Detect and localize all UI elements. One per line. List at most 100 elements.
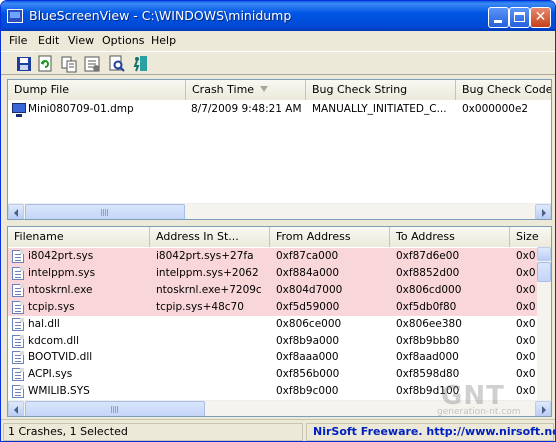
col-to-address[interactable]: To Address [390,227,510,247]
address-in-stack-cell [154,316,270,333]
scroll-right-button[interactable] [535,401,551,416]
col-filename[interactable]: Filename [8,227,150,247]
exit-icon [133,56,147,72]
driver-file-icon [12,334,24,348]
filename-cell: WMILIB.SYS [28,385,90,398]
maximize-button[interactable] [509,7,530,28]
filename-cell: ntoskrnl.exe [28,283,93,296]
size-cell: 0x00 [516,351,536,364]
scroll-thumb[interactable] [25,204,185,219]
arrow-right-icon [542,209,546,217]
col-crash-time-label: Crash Time [192,83,255,96]
address-in-stack-cell [154,383,270,400]
from-address-cell: 0x806ce000 [276,317,342,330]
properties-icon [84,56,100,72]
bug-check-string-cell: MANUALLY_INITIATED_C... [312,103,447,115]
from-address-cell: 0xf856b000 [276,368,340,381]
from-address-cell: 0xf8b9c000 [276,385,339,398]
dump-row[interactable]: Mini080709-01.dmp 8/7/2009 9:48:21 AM MA… [8,101,551,118]
driver-row[interactable]: intelppm.sys intelppm.sys+2062 0xf884a000 0… [8,264,537,282]
address-in-stack-cell [154,366,270,383]
address-in-stack-cell: ntoskrnl.exe+7209c [156,283,262,296]
refresh-button[interactable] [37,55,55,73]
driver-list-vscroll[interactable] [537,247,551,400]
minimize-button[interactable] [488,7,509,28]
size-cell: 0x00 [516,266,536,279]
dump-list-hscroll[interactable] [8,203,551,219]
filename-cell: kdcom.dll [28,334,80,347]
menu-edit[interactable]: Edit [35,33,62,48]
grip-icon [111,406,119,413]
to-address-cell: 0xf87d6e00 [396,250,460,262]
address-in-stack-cell: intelppm.sys+2062 [156,266,259,279]
to-address-cell: 0xf8b9bb80 [396,334,460,347]
window-title: BlueScreenView - C:\WINDOWS\minidump [29,8,292,23]
scroll-left-button[interactable] [8,204,24,219]
nirsoft-link[interactable]: NirSoft Freeware. http://www.nirsoft.net [306,423,555,441]
arrow-right-icon [542,406,546,414]
col-bug-check-code[interactable]: Bug Check Code [456,80,551,100]
driver-file-icon [12,368,24,382]
properties-button[interactable] [83,55,101,73]
to-address-cell: 0x806cd000 [396,283,462,296]
col-dump-file[interactable]: Dump File [8,80,186,100]
from-address-cell: 0xf87ca000 [276,250,339,262]
col-from-address[interactable]: From Address [270,227,390,247]
app-icon [7,9,23,23]
save-button[interactable] [15,55,33,73]
menu-view[interactable]: View [65,33,97,48]
from-address-cell: 0x804d7000 [276,283,343,296]
driver-file-icon [12,250,24,263]
driver-row[interactable]: ntoskrnl.exe ntoskrnl.exe+7209c 0x804d7000… [8,281,537,299]
to-address-cell: 0xf8852d00 [396,266,460,279]
size-cell: 0x00 [516,385,536,398]
scroll-thumb-vertical[interactable] [537,262,551,282]
driver-row[interactable]: BOOTVID.dll 0xf8aaa000 0xf8aad000 0x00 [8,349,537,366]
to-address-cell: 0xf8aad000 [396,351,459,364]
address-in-stack-cell: i8042prt.sys+27fa [156,250,254,262]
address-in-stack-cell [154,349,270,366]
status-bar: 1 Crashes, 1 Selected NirSoft Freeware. … [1,419,555,441]
grip-icon [101,209,109,216]
scroll-up-button[interactable] [537,247,551,261]
from-address-cell: 0xf5d59000 [276,300,340,313]
filename-cell: i8042prt.sys [28,250,94,262]
find-icon [109,55,125,72]
col-crash-time[interactable]: Crash Time [186,80,306,100]
menu-options[interactable]: Options [99,33,147,48]
find-button[interactable] [108,55,126,73]
exit-button[interactable] [131,55,149,73]
sort-arrow-icon [260,86,268,92]
driver-row[interactable]: tcpip.sys tcpip.sys+48c70 0xf5d59000 0xf5db… [8,298,537,316]
minimize-icon [494,20,502,23]
col-size[interactable]: Size [510,227,551,247]
title-bar[interactable]: BlueScreenView - C:\WINDOWS\minidump ✕ [1,1,555,31]
dump-list[interactable]: Dump File Crash Time Bug Check String Bu… [7,79,552,220]
driver-row[interactable]: kdcom.dll 0xf8b9a000 0xf8b9bb80 0x00 [8,333,537,350]
close-icon: ✕ [534,9,547,25]
save-icon [17,57,31,71]
col-address-in-stack[interactable]: Address In St... [150,227,270,247]
size-cell: 0x00 [516,300,536,313]
size-cell: 0x00 [516,317,536,330]
scroll-left-button[interactable] [8,401,24,416]
scroll-right-button[interactable] [535,204,551,219]
close-button[interactable]: ✕ [530,7,551,28]
menu-help[interactable]: Help [148,33,179,48]
driver-row[interactable]: hal.dll 0x806ce000 0x806ee380 0x00 [8,316,537,333]
crash-time-cell: 8/7/2009 9:48:21 AM [191,103,302,115]
menu-file[interactable]: File [6,33,30,48]
col-bug-check-string[interactable]: Bug Check String [306,80,456,100]
app-window: BlueScreenView - C:\WINDOWS\minidump ✕ F… [0,0,556,442]
copy-button[interactable] [60,55,78,73]
driver-file-icon [12,385,24,399]
scroll-thumb[interactable] [25,401,205,416]
dump-list-header: Dump File Crash Time Bug Check String Bu… [8,80,551,100]
driver-file-icon [12,283,24,297]
driver-file-icon [12,317,24,331]
arrow-left-icon [14,209,18,217]
copy-icon [61,56,77,73]
to-address-cell: 0xf5db0f80 [396,300,457,313]
arrow-left-icon [14,406,18,414]
driver-row[interactable]: i8042prt.sys i8042prt.sys+27fa 0xf87ca000 0… [8,248,537,265]
